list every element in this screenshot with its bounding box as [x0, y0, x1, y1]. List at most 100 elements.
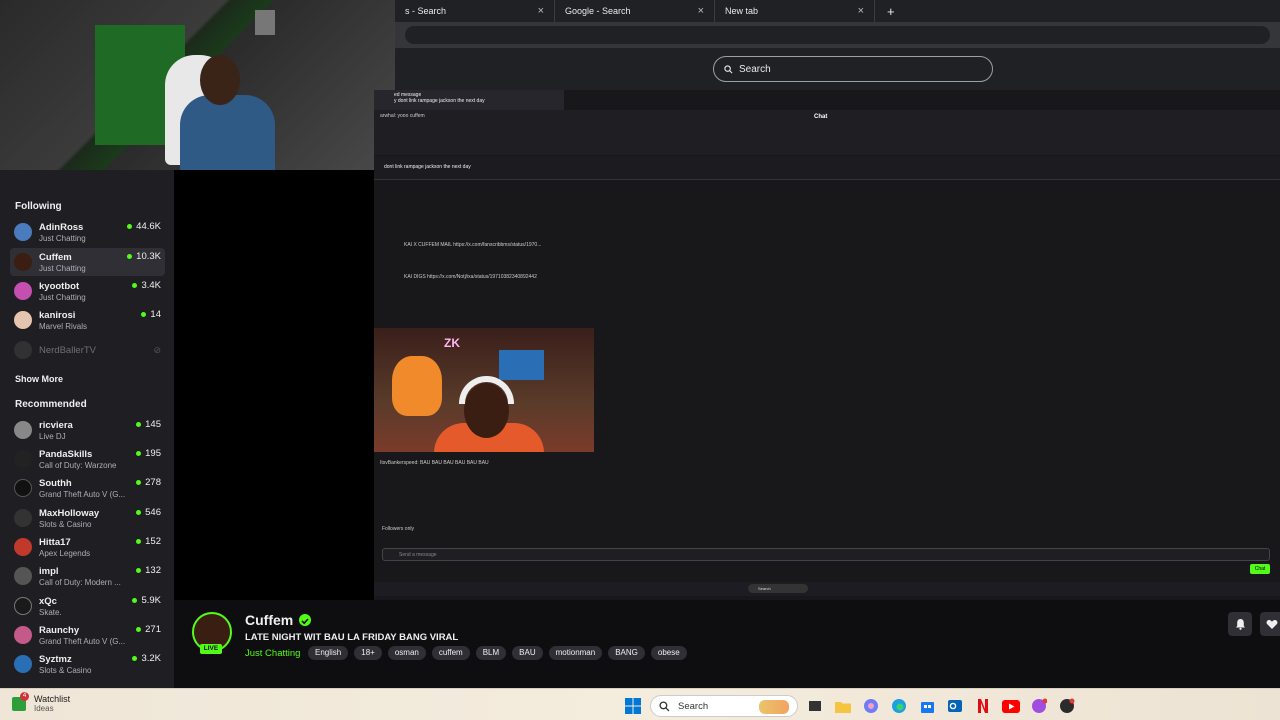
channel-game: Marvel Rivals: [39, 321, 88, 331]
windows-taskbar: 4 Watchlist Ideas Search: [0, 688, 1280, 720]
browser-tab[interactable]: s - Search ×: [395, 0, 555, 22]
channel-game: Just Chatting: [39, 292, 86, 302]
viewer-count: 10.3K: [127, 251, 161, 262]
netflix-button[interactable]: [972, 696, 994, 716]
tag[interactable]: cuffem: [431, 646, 470, 660]
viewer-count-value: 44.6K: [136, 221, 161, 232]
task-view-button[interactable]: [804, 696, 826, 716]
viewer-count-value: 10.3K: [136, 251, 161, 262]
viewer-count-value: 278: [145, 477, 161, 488]
black-gap: [174, 170, 374, 600]
tag-list: English 18+ osman cuffem BLM BAU motionm…: [308, 646, 687, 660]
address-field[interactable]: [405, 26, 1270, 44]
live-dot-icon: [132, 656, 138, 661]
watchlist-widget[interactable]: 4 Watchlist Ideas: [12, 691, 71, 713]
avatar: [14, 626, 32, 644]
tag[interactable]: BLM: [475, 646, 507, 660]
youtube-button[interactable]: [1000, 696, 1022, 716]
channel-item[interactable]: AdinRoss Just Chatting 44.6K: [10, 218, 165, 246]
edge-button[interactable]: [888, 696, 910, 716]
channel-name: kyootbot: [39, 280, 80, 292]
channel-game: Live DJ: [39, 431, 66, 441]
chat-line: Followers only: [382, 526, 414, 532]
viewer-count: 3.4K: [132, 280, 161, 291]
channel-item[interactable]: impl Call of Duty: Modern ... 132: [10, 562, 165, 590]
messenger-button[interactable]: [1028, 696, 1050, 716]
store-icon: [920, 701, 934, 713]
channel-name: Southh: [39, 477, 72, 489]
tag[interactable]: obese: [650, 646, 687, 660]
channel-item[interactable]: MaxHolloway Slots & Casino 546: [10, 504, 165, 532]
verified-icon: [299, 614, 311, 626]
tab-label: s - Search: [405, 6, 447, 16]
avatar: [14, 253, 32, 271]
folder-icon: [835, 701, 851, 713]
category-link[interactable]: Just Chatting: [245, 648, 300, 659]
close-icon[interactable]: ×: [538, 5, 544, 17]
watchlist-subtitle: Ideas: [34, 704, 54, 713]
tag[interactable]: motionman: [548, 646, 603, 660]
headphones: [459, 376, 514, 404]
search-placeholder: Search: [739, 63, 771, 75]
channel-name: Cuffem: [39, 251, 72, 263]
channel-item[interactable]: kanirosi Marvel Rivals 14: [10, 306, 165, 334]
netflix-icon: [978, 699, 988, 713]
avatar: [14, 341, 32, 359]
avatar: [14, 509, 32, 527]
file-explorer-button[interactable]: [832, 696, 854, 716]
new-tab-button[interactable]: +: [887, 4, 895, 19]
captured-chat-button: Chat: [1250, 564, 1270, 574]
channel-item[interactable]: Hitta17 Apex Legends 152: [10, 533, 165, 561]
channel-name: MaxHolloway: [39, 507, 100, 519]
channel-item[interactable]: PandaSkills Call of Duty: Warzone 195: [10, 445, 165, 473]
follow-button[interactable]: [1260, 612, 1280, 636]
channel-item[interactable]: Syztmz Slots & Casino 3.2K: [10, 650, 165, 678]
tag[interactable]: BANG: [608, 646, 645, 660]
notification-bell-button[interactable]: [1228, 612, 1252, 636]
viewer-count: 132: [136, 565, 161, 576]
channel-item[interactable]: Cuffem Just Chatting 10.3K: [10, 248, 165, 276]
copilot-icon: [864, 699, 878, 713]
taskbar-search[interactable]: Search: [650, 695, 798, 717]
tag[interactable]: 18+: [354, 646, 382, 660]
channel-item[interactable]: Southh Grand Theft Auto V (G... 278: [10, 474, 165, 502]
viewer-count: 152: [136, 536, 161, 547]
streamer-name[interactable]: Cuffem: [245, 612, 293, 628]
viewer-count: 195: [136, 448, 161, 459]
viewer-count-value: 546: [145, 507, 161, 518]
avatar: [14, 479, 32, 497]
viewer-count-value: 5.9K: [141, 595, 161, 606]
tag[interactable]: BAU: [512, 646, 543, 660]
browser-tab[interactable]: New tab ×: [715, 0, 875, 22]
channel-game: Grand Theft Auto V (G...: [39, 636, 126, 646]
captured-webcam: ZK: [374, 328, 594, 452]
channel-item[interactable]: kyootbot Just Chatting 3.4K: [10, 277, 165, 305]
watchlist-title: Watchlist: [34, 694, 71, 704]
chat-line: ItsvBankerspeed: BAU BAU BAU BAU BAU BAU: [380, 460, 489, 466]
tag[interactable]: osman: [387, 646, 426, 660]
stream-info: LIVE Cuffem LATE NIGHT WIT BAU LA FRIDAY…: [174, 600, 1280, 690]
channel-item[interactable]: ricviera Live DJ 145: [10, 416, 165, 444]
avatar: [14, 538, 32, 556]
viewer-count: 278: [136, 477, 161, 488]
outlook-button[interactable]: [944, 696, 966, 716]
app-button[interactable]: [1056, 696, 1078, 716]
tag[interactable]: English: [308, 646, 349, 660]
browser-tab[interactable]: Google - Search ×: [555, 0, 715, 22]
channel-item[interactable]: Raunchy Grand Theft Auto V (G... 271: [10, 621, 165, 649]
task-view-icon: [809, 701, 821, 711]
close-icon[interactable]: ×: [698, 5, 704, 17]
avatar: [14, 282, 32, 300]
avatar: [14, 655, 32, 673]
channel-item-offline[interactable]: NerdBallerTV ⊘: [10, 336, 165, 364]
store-button[interactable]: [916, 696, 938, 716]
copilot-button[interactable]: [860, 696, 882, 716]
close-icon[interactable]: ×: [858, 5, 864, 17]
search-input[interactable]: Search: [713, 56, 993, 82]
start-button[interactable]: [622, 696, 644, 716]
viewer-count-value: 14: [150, 309, 161, 320]
show-more-link[interactable]: Show More: [15, 374, 63, 384]
captured-taskbar-search: Search: [748, 584, 808, 593]
channel-item[interactable]: xQc Skate. 5.9K: [10, 592, 165, 620]
viewer-count: 44.6K: [127, 221, 161, 232]
